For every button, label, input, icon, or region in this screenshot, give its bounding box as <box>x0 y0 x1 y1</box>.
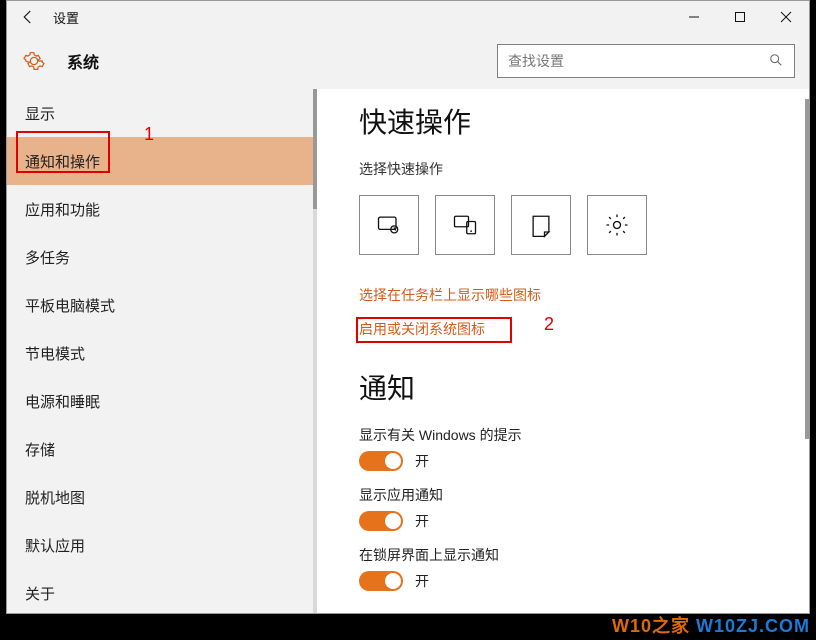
titlebar: 设置 <box>7 1 809 33</box>
sidebar-item-5[interactable]: 节电模式 <box>7 329 317 377</box>
watermark-text-1: W10之家 <box>612 616 690 636</box>
sidebar-item-8[interactable]: 脱机地图 <box>7 473 317 521</box>
close-button[interactable] <box>763 1 809 33</box>
watermark-text-2: W10ZJ.COM <box>696 616 810 636</box>
search-box[interactable] <box>497 44 795 78</box>
minimize-button[interactable] <box>671 1 717 33</box>
quick-action-note[interactable] <box>511 195 571 255</box>
notification-setting-1: 显示应用通知开 <box>359 485 809 531</box>
search-input[interactable] <box>498 53 758 69</box>
quick-action-tiles <box>359 195 809 255</box>
toggle-state-label: 开 <box>415 451 429 471</box>
link-taskbar-icons[interactable]: 选择在任务栏上显示哪些图标 <box>359 285 809 305</box>
sidebar-item-9[interactable]: 默认应用 <box>7 521 317 569</box>
quick-action-tablet-mode[interactable] <box>359 195 419 255</box>
setting-label: 显示应用通知 <box>359 485 809 505</box>
subheader: 系统 <box>7 33 809 89</box>
toggle-switch[interactable] <box>359 511 403 531</box>
choose-quick-actions-label: 选择快速操作 <box>359 159 809 179</box>
sidebar-item-7[interactable]: 存储 <box>7 425 317 473</box>
sidebar-item-4[interactable]: 平板电脑模式 <box>7 281 317 329</box>
notification-setting-2: 在锁屏界面上显示通知开 <box>359 545 809 591</box>
sidebar: 显示通知和操作应用和功能多任务平板电脑模式节电模式电源和睡眠存储脱机地图默认应用… <box>7 89 317 613</box>
back-button[interactable] <box>7 1 49 33</box>
page-category: 系统 <box>47 49 99 73</box>
sidebar-item-2[interactable]: 应用和功能 <box>7 185 317 233</box>
toggle-switch[interactable] <box>359 571 403 591</box>
sidebar-item-3[interactable]: 多任务 <box>7 233 317 281</box>
sidebar-item-10[interactable]: 关于 <box>7 569 317 613</box>
body: 显示通知和操作应用和功能多任务平板电脑模式节电模式电源和睡眠存储脱机地图默认应用… <box>7 89 809 613</box>
content-area: 快速操作 选择快速操作 选择在任务栏上显示哪些图标 启用或关闭系统图标 通知 <box>317 89 809 613</box>
toggle-state-label: 开 <box>415 571 429 591</box>
sidebar-item-6[interactable]: 电源和睡眠 <box>7 377 317 425</box>
toggle-state-label: 开 <box>415 511 429 531</box>
toggle-switch[interactable] <box>359 451 403 471</box>
window-title: 设置 <box>49 8 671 27</box>
watermark: W10之家 W10ZJ.COM <box>612 612 810 638</box>
setting-label: 在锁屏界面上显示通知 <box>359 545 809 565</box>
sidebar-item-0[interactable]: 显示 <box>7 89 317 137</box>
search-icon[interactable] <box>758 53 794 70</box>
maximize-button[interactable] <box>717 1 763 33</box>
setting-label: 显示有关 Windows 的提示 <box>359 425 809 445</box>
sidebar-item-1[interactable]: 通知和操作 <box>7 137 317 185</box>
settings-window: 设置 系统 显示通知和操作应用和功能多任务平板电脑模式节电模式电源和睡 <box>6 0 810 614</box>
window-controls <box>671 1 809 33</box>
content-scrollbar-thumb[interactable] <box>805 99 809 439</box>
quick-action-all-settings[interactable] <box>587 195 647 255</box>
link-system-icons[interactable]: 启用或关闭系统图标 <box>359 319 809 339</box>
quick-actions-heading: 快速操作 <box>359 101 809 141</box>
notification-setting-0: 显示有关 Windows 的提示开 <box>359 425 809 471</box>
quick-action-connect[interactable] <box>435 195 495 255</box>
gear-icon <box>21 48 47 74</box>
notifications-heading: 通知 <box>359 367 809 407</box>
